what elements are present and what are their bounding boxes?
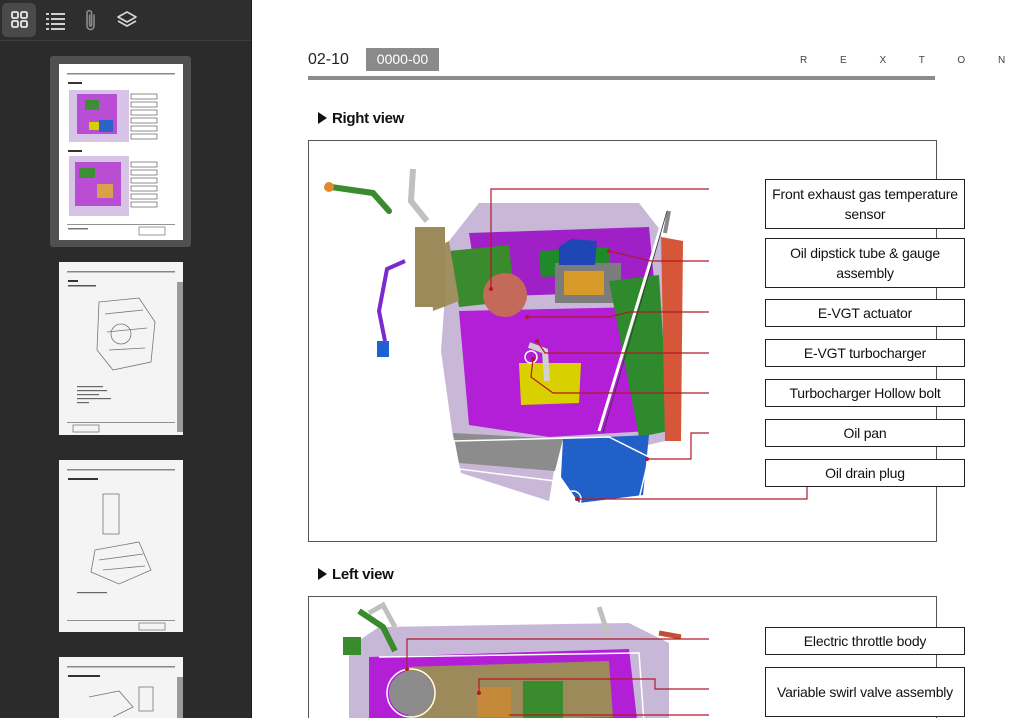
callout-oil-drain-plug: Oil drain plug xyxy=(765,459,965,487)
callout-e-vgt-turbocharger: E-VGT turbocharger xyxy=(765,339,965,367)
thumbnails-view-button[interactable] xyxy=(2,3,36,37)
page-thumbnail-2[interactable] xyxy=(59,262,183,435)
left-view-figure: Electric throttle body Variable swirl va… xyxy=(308,596,965,718)
sidebar-toolbar xyxy=(0,0,251,41)
brand-logo: R E X T O N xyxy=(800,55,1021,66)
grid-icon xyxy=(11,11,28,28)
callout-front-exhaust-gas-temperature-sensor: Front exhaust gas temperature sensor xyxy=(765,179,965,229)
page-thumbnail-3[interactable] xyxy=(59,460,183,632)
layers-icon xyxy=(117,11,137,27)
header-rule xyxy=(308,76,935,80)
page-thumbnail-4-preview xyxy=(67,666,183,718)
triangle-bullet-icon xyxy=(318,112,327,124)
paperclip-icon xyxy=(86,9,95,31)
page-number: 02-10 xyxy=(308,51,349,68)
page-thumbnail-2-preview xyxy=(67,271,183,433)
callout-e-vgt-actuator: E-VGT actuator xyxy=(765,299,965,327)
callout-turbocharger-hollow-bolt: Turbocharger Hollow bolt xyxy=(765,379,965,407)
page-thumbnail-1[interactable] xyxy=(59,64,183,240)
thumbnail-sidebar xyxy=(0,0,252,718)
section-title-left-view: Left view xyxy=(318,566,394,583)
outline-view-button[interactable] xyxy=(38,3,72,37)
page-thumbnail-4[interactable] xyxy=(59,657,183,718)
callout-oil-pan: Oil pan xyxy=(765,419,965,447)
layers-view-button[interactable] xyxy=(110,3,144,37)
section-code-badge: 0000-00 xyxy=(366,48,439,71)
triangle-bullet-icon xyxy=(318,568,327,580)
attachments-view-button[interactable] xyxy=(74,3,108,37)
callout-oil-dipstick-tube-gauge-assembly: Oil dipstick tube & gauge assembly xyxy=(765,238,965,288)
section-title-right-view: Right view xyxy=(318,110,404,127)
callout-electric-throttle-body: Electric throttle body xyxy=(765,627,965,655)
document-page: 02-10 0000-00 R E X T O N Right view Fro… xyxy=(252,0,1031,718)
list-icon xyxy=(46,13,65,30)
page-thumbnail-3-preview xyxy=(67,469,175,631)
callout-variable-swirl-valve-assembly: Variable swirl valve assembly xyxy=(765,667,965,717)
right-view-figure: Front exhaust gas temperature sensor Oil… xyxy=(308,140,965,542)
page-thumbnail-1-preview xyxy=(67,73,175,236)
